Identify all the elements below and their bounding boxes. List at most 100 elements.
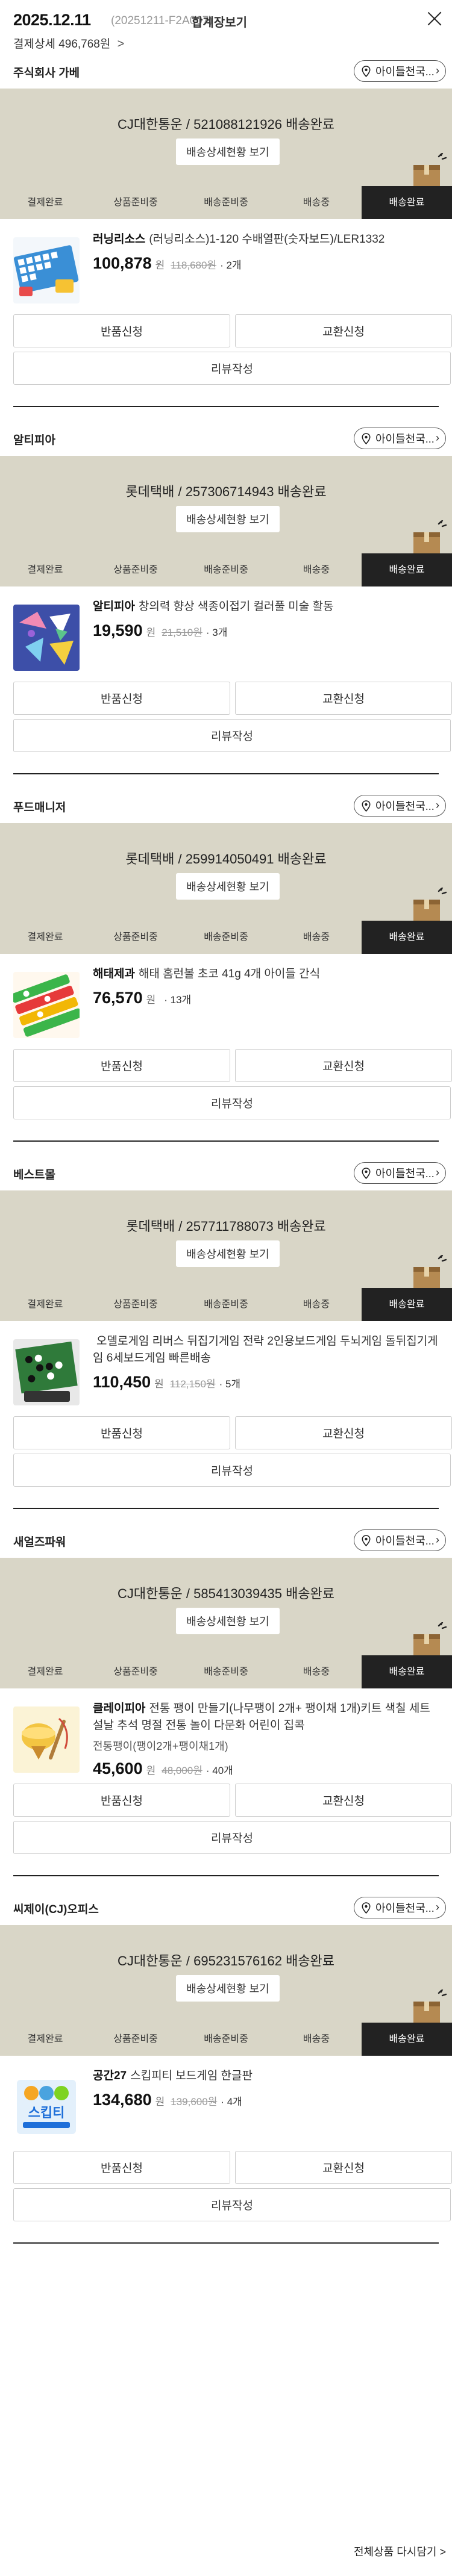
- product-title[interactable]: 알티피아 창의력 향상 색종이접기 컬러풀 미술 활동: [93, 599, 440, 615]
- review-button[interactable]: 리뷰작성: [13, 1086, 451, 1119]
- exchange-button[interactable]: 교환신청: [235, 314, 452, 347]
- product-title[interactable]: 클레이피아 전통 팽이 만들기(나무팽이 2개+ 팽이채 1개)키트 색칠 세트 …: [93, 1700, 440, 1734]
- shipping-status-panel: 롯데택배 / 257711788073 배송완료 배송상세현황 보기 결제완료 상…: [0, 1190, 452, 1321]
- chevron-right-icon: ›: [436, 64, 439, 76]
- delivery-step: 결제완료: [27, 932, 63, 942]
- quantity: · 3개: [206, 627, 228, 638]
- review-button[interactable]: 리뷰작성: [13, 1821, 451, 1854]
- product-item[interactable]: 알티피아 창의력 향상 색종이접기 컬러풀 미술 활동 19,590 원 21,5…: [0, 586, 452, 676]
- product-price: 134,680: [93, 2091, 152, 2109]
- product-info: 알티피아 창의력 향상 색종이접기 컬러풀 미술 활동 19,590 원 21,5…: [93, 599, 440, 640]
- exchange-button[interactable]: 교환신청: [235, 682, 452, 715]
- store-chip[interactable]: 아이들천국... ›: [354, 428, 446, 449]
- store-chip-label: 아이들천국...: [375, 1902, 435, 1914]
- currency-unit: 원: [155, 260, 165, 271]
- store-chip[interactable]: 아이들천국... ›: [354, 60, 446, 82]
- product-price: 45,600: [93, 1759, 143, 1778]
- order-date: 2025.12.11: [13, 11, 91, 29]
- review-button[interactable]: 리뷰작성: [13, 352, 451, 385]
- shipping-detail-button[interactable]: 배송상세현황 보기: [176, 1608, 280, 1634]
- currency-unit: 원: [154, 1378, 164, 1390]
- product-thumbnail[interactable]: [13, 1706, 80, 1773]
- seller-name[interactable]: 베스트몰: [13, 1166, 55, 1182]
- product-thumbnail[interactable]: [13, 605, 80, 671]
- product-item[interactable]: 오델로게임 리버스 뒤집기게임 전략 2인용보드게임 두뇌게임 돌뒤집기게임 6…: [0, 1321, 452, 1410]
- store-chip-label: 아이들천국...: [375, 433, 435, 445]
- shipping-detail-button[interactable]: 배송상세현황 보기: [176, 1975, 280, 2002]
- exchange-button[interactable]: 교환신청: [235, 1416, 452, 1449]
- merge-view-link[interactable]: 합계장보기: [192, 13, 247, 30]
- return-button[interactable]: 반품신청: [13, 314, 230, 347]
- store-chip[interactable]: 아이들천국... ›: [354, 1529, 446, 1551]
- delivery-step: 배송중: [303, 932, 330, 942]
- payment-detail-link[interactable]: 결제상세 496,768원 >: [13, 35, 124, 51]
- action-row: 반품신청 교환신청: [13, 2151, 452, 2184]
- seller-block: 새얼즈파워 아이들천국... › CJ대한통운 / 585413039435 배…: [0, 1525, 452, 1892]
- product-name: (러닝리소스)1-120 수배열판(숫자보드)/LER1332: [149, 233, 385, 246]
- product-brand: 공간27: [93, 2070, 127, 2082]
- shipping-detail-button[interactable]: 배송상세현황 보기: [176, 1240, 280, 1267]
- product-brand: 러닝리소스: [93, 233, 146, 246]
- delivery-step: 상품준비중: [113, 2034, 158, 2044]
- tracking-info: CJ대한통운 / 521088121926 배송완료: [117, 117, 335, 132]
- seller-name[interactable]: 주식회사 가베: [13, 64, 80, 80]
- seller-name[interactable]: 알티피아: [13, 431, 55, 447]
- tracking-info: 롯데택배 / 257711788073 배송완료: [126, 1219, 326, 1234]
- return-button[interactable]: 반품신청: [13, 1049, 230, 1082]
- product-thumbnail[interactable]: [13, 972, 80, 1038]
- shipping-detail-button[interactable]: 배송상세현황 보기: [176, 873, 280, 900]
- product-item[interactable]: 클레이피아 전통 팽이 만들기(나무팽이 2개+ 팽이채 1개)키트 색칠 세트 …: [0, 1688, 452, 1778]
- product-price: 76,570: [93, 989, 143, 1007]
- store-chip[interactable]: 아이들천국... ›: [354, 1162, 446, 1184]
- shipping-status-panel: CJ대한통운 / 521088121926 배송완료 배송상세현황 보기 결제완…: [0, 89, 452, 219]
- product-thumbnail[interactable]: 스킵티: [13, 2074, 80, 2140]
- tracking-info: 롯데택배 / 259914050491 배송완료: [125, 851, 327, 866]
- original-price: 139,600원: [171, 2096, 218, 2108]
- product-title[interactable]: 오델로게임 리버스 뒤집기게임 전략 2인용보드게임 두뇌게임 돌뒤집기게임 6…: [93, 1333, 440, 1367]
- return-button[interactable]: 반품신청: [13, 2151, 230, 2184]
- return-button[interactable]: 반품신청: [13, 1416, 230, 1449]
- delivery-steps: 결제완료 상품준비중 배송준비중 배송중 배송완료: [0, 553, 452, 586]
- exchange-button[interactable]: 교환신청: [235, 1049, 452, 1082]
- rebuy-all-link[interactable]: 전체상품 다시담기 >: [354, 2543, 446, 2559]
- delivery-step: 배송완료: [362, 921, 452, 954]
- shipping-detail-button[interactable]: 배송상세현황 보기: [176, 138, 280, 165]
- product-price: 110,450: [93, 1373, 151, 1391]
- quantity: · 40개: [206, 1765, 233, 1776]
- original-price: 118,680원: [171, 260, 217, 271]
- section-divider: [13, 1875, 439, 1876]
- exchange-button[interactable]: 교환신청: [235, 2151, 452, 2184]
- delivery-step: 배송준비중: [204, 932, 248, 942]
- product-title[interactable]: 공간27 스킵피티 보드게임 한글판: [93, 2068, 440, 2085]
- review-button[interactable]: 리뷰작성: [13, 1454, 451, 1487]
- seller-name[interactable]: 푸드매니저: [13, 798, 66, 815]
- product-title[interactable]: 해태제과 해태 홈런볼 초코 41g 4개 아이들 간식: [93, 966, 440, 983]
- store-chip-label: 아이들천국...: [375, 1535, 435, 1547]
- action-row: 반품신청 교환신청: [13, 1416, 452, 1449]
- product-title[interactable]: 러닝리소스 (러닝리소스)1-120 수배열판(숫자보드)/LER1332: [93, 231, 440, 248]
- store-chip[interactable]: 아이들천국... ›: [354, 1897, 446, 1918]
- exchange-button[interactable]: 교환신청: [235, 1784, 452, 1817]
- delivery-step: 상품준비중: [113, 565, 158, 575]
- review-button[interactable]: 리뷰작성: [13, 719, 451, 752]
- delivered-box-icon: [413, 153, 447, 188]
- shipping-status-panel: 롯데택배 / 257306714943 배송완료 배송상세현황 보기 결제완료 상…: [0, 456, 452, 586]
- product-item[interactable]: 스킵티 공간27 스킵피티 보드게임 한글판 134,680 원 139,600원…: [0, 2056, 452, 2145]
- product-item[interactable]: 해태제과 해태 홈런볼 초코 41g 4개 아이들 간식 76,570 원 · 1…: [0, 954, 452, 1043]
- product-thumbnail[interactable]: [13, 237, 80, 303]
- close-icon[interactable]: [424, 8, 445, 29]
- delivered-box-icon: [413, 520, 447, 555]
- product-thumbnail[interactable]: [13, 1339, 80, 1405]
- store-chip[interactable]: 아이들천국... ›: [354, 795, 446, 817]
- return-button[interactable]: 반품신청: [13, 682, 230, 715]
- review-button[interactable]: 리뷰작성: [13, 2188, 451, 2221]
- product-item[interactable]: 러닝리소스 (러닝리소스)1-120 수배열판(숫자보드)/LER1332 100…: [0, 219, 452, 308]
- return-button[interactable]: 반품신청: [13, 1784, 230, 1817]
- seller-name[interactable]: 새얼즈파워: [13, 1533, 66, 1549]
- shipping-detail-button[interactable]: 배송상세현황 보기: [176, 506, 280, 532]
- chevron-right-icon: ›: [436, 1534, 439, 1546]
- section-divider: [13, 406, 439, 407]
- currency-unit: 원: [155, 2096, 165, 2108]
- store-chip-label: 아이들천국...: [375, 66, 435, 78]
- seller-name[interactable]: 씨제이(CJ)오피스: [13, 1900, 99, 1917]
